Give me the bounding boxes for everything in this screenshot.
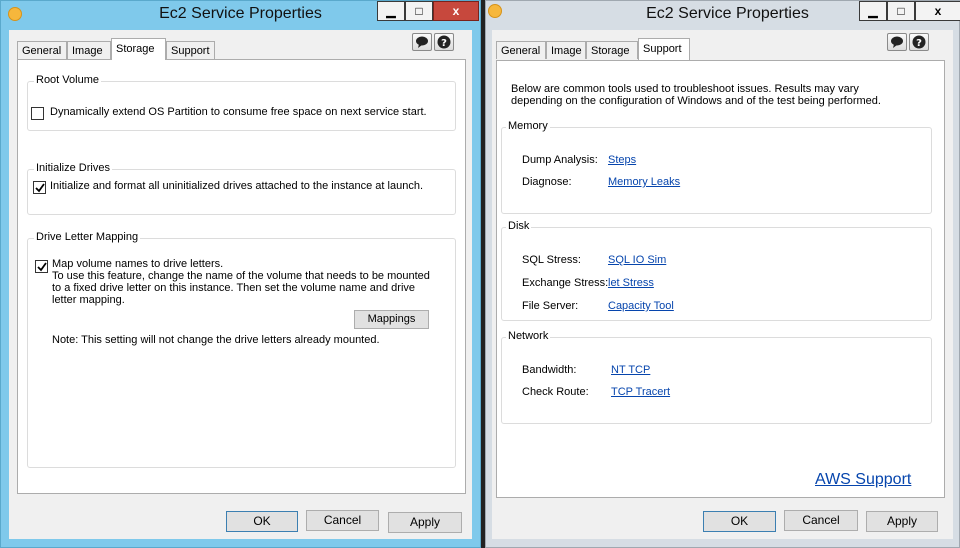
memory-group: Memory Dump Analysis: Steps Diagnose: Me… — [501, 120, 932, 214]
jet-stress-link[interactable]: let Stress — [608, 277, 654, 289]
memory-leaks-link[interactable]: Memory Leaks — [608, 176, 680, 188]
right-title-bar[interactable]: Ec2 Service Properties ▁ □ x — [486, 1, 960, 29]
minimize-button[interactable]: ▁ — [377, 1, 405, 21]
help-button[interactable]: ? — [434, 33, 454, 51]
root-volume-group: Root Volume Dynamically extend OS Partit… — [27, 74, 456, 131]
initialize-drives-label: Initialize Drives — [34, 162, 112, 174]
apply-button[interactable]: Apply — [866, 511, 938, 532]
steps-link[interactable]: Steps — [608, 154, 636, 166]
mapping-description-line: To use this feature, change the name of … — [52, 270, 430, 282]
bandwidth-label: Bandwidth: — [522, 364, 577, 376]
apply-button[interactable]: Apply — [388, 512, 462, 533]
mapping-description-line: letter mapping. — [52, 294, 125, 306]
tab-support[interactable]: Support — [166, 41, 215, 59]
question-mark-icon: ? — [437, 35, 451, 49]
feedback-button[interactable] — [887, 33, 907, 51]
mapping-description-line: to a fixed drive letter on this instance… — [52, 282, 415, 294]
ok-button[interactable]: OK — [226, 511, 298, 532]
initialize-drives-group: Initialize Drives Initialize and format … — [27, 162, 456, 215]
intro-text-line: depending on the configuration of Window… — [511, 95, 881, 107]
question-mark-icon: ? — [912, 35, 926, 49]
drive-letter-mapping-group: Drive Letter Mapping Map volume names to… — [27, 231, 456, 468]
nt-tcp-link[interactable]: NT TCP — [611, 364, 650, 376]
diagnose-label: Diagnose: — [522, 176, 572, 188]
svg-text:?: ? — [916, 38, 922, 49]
aws-support-link[interactable]: AWS Support — [815, 471, 911, 489]
initialize-drives-checkbox[interactable] — [33, 181, 46, 194]
maximize-button[interactable]: □ — [405, 1, 433, 21]
disk-group: Disk SQL Stress: SQL IO Sim Exchange Str… — [501, 220, 932, 321]
capacity-tool-link[interactable]: Capacity Tool — [608, 300, 674, 312]
check-icon — [35, 183, 45, 193]
drive-letter-mapping-label: Drive Letter Mapping — [34, 231, 141, 243]
sql-io-sim-link[interactable]: SQL IO Sim — [608, 254, 666, 266]
ok-button[interactable]: OK — [703, 511, 776, 532]
network-group: Network Bandwidth: NT TCP Check Route: T… — [501, 330, 932, 424]
mapping-note: Note: This setting will not change the d… — [52, 334, 380, 346]
root-volume-label: Root Volume — [34, 74, 101, 86]
tab-image[interactable]: Image — [546, 41, 586, 59]
map-volume-names-label: Map volume names to drive letters. — [52, 258, 224, 270]
speech-bubble-icon — [416, 36, 428, 48]
tab-image[interactable]: Image — [67, 41, 111, 59]
storage-panel: Root Volume Dynamically extend OS Partit… — [17, 59, 466, 494]
mappings-button[interactable]: Mappings — [354, 310, 429, 329]
svg-text:?: ? — [441, 38, 447, 49]
check-route-label: Check Route: — [522, 386, 589, 398]
support-panel: Below are common tools used to troublesh… — [496, 60, 945, 498]
exchange-stress-label: Exchange Stress: — [522, 277, 609, 289]
left-window: Ec2 Service Properties ▁ □ x General Ima… — [0, 0, 481, 548]
close-button[interactable]: x — [433, 1, 479, 21]
speech-bubble-icon — [891, 36, 903, 48]
map-volume-names-checkbox[interactable] — [35, 260, 48, 273]
tcp-tracert-link[interactable]: TCP Tracert — [611, 386, 670, 398]
memory-label: Memory — [506, 120, 550, 132]
file-server-label: File Server: — [522, 300, 579, 312]
check-icon — [37, 262, 47, 272]
tab-storage[interactable]: Storage — [586, 41, 638, 59]
feedback-button[interactable] — [412, 33, 432, 51]
intro-text-line: Below are common tools used to troublesh… — [511, 83, 859, 95]
tab-storage[interactable]: Storage — [111, 38, 166, 60]
extend-os-partition-label: Dynamically extend OS Partition to consu… — [50, 106, 427, 118]
tab-general[interactable]: General — [496, 41, 546, 59]
right-client-area: General Image Storage Support ? Below ar… — [492, 30, 953, 539]
extend-os-partition-checkbox[interactable] — [31, 107, 44, 120]
left-title-bar[interactable]: Ec2 Service Properties ▁ □ x — [1, 1, 480, 29]
close-button[interactable]: x — [915, 1, 960, 21]
cancel-button[interactable]: Cancel — [306, 510, 379, 531]
sql-stress-label: SQL Stress: — [522, 254, 581, 266]
tab-support[interactable]: Support — [638, 38, 690, 60]
dump-analysis-label: Dump Analysis: — [522, 154, 598, 166]
maximize-button[interactable]: □ — [887, 1, 915, 21]
cancel-button[interactable]: Cancel — [784, 510, 858, 531]
network-label: Network — [506, 330, 551, 342]
help-button[interactable]: ? — [909, 33, 929, 51]
right-window: Ec2 Service Properties ▁ □ x General Ima… — [485, 0, 960, 548]
tab-general[interactable]: General — [17, 41, 67, 59]
left-client-area: General Image Storage Support ? Root Vol… — [9, 30, 472, 539]
disk-label: Disk — [506, 220, 532, 232]
initialize-drives-checkbox-label: Initialize and format all uninitialized … — [50, 180, 423, 192]
minimize-button[interactable]: ▁ — [859, 1, 887, 21]
